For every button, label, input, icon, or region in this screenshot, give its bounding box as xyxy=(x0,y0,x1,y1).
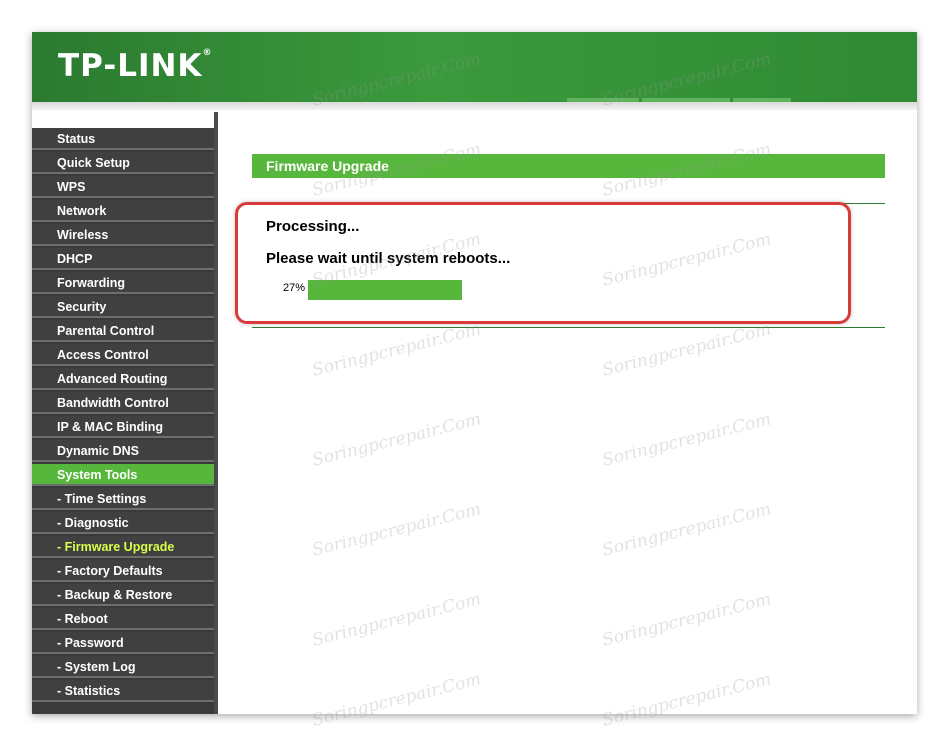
sidebar-item-status[interactable]: Status xyxy=(32,128,214,150)
sidebar-item-ip-and-mac-binding[interactable]: IP & MAC Binding xyxy=(32,416,214,438)
sidebar-item-wireless[interactable]: Wireless xyxy=(32,224,214,246)
divider-top xyxy=(252,203,885,204)
progress-percent: 27% xyxy=(283,282,306,294)
progress-bar xyxy=(308,280,880,300)
sidebar-item-forwarding[interactable]: Forwarding xyxy=(32,272,214,294)
processing-text: Processing... xyxy=(266,218,360,235)
sidebar-item-quick-setup[interactable]: Quick Setup xyxy=(32,152,214,174)
sidebar-item-security[interactable]: Security xyxy=(32,296,214,318)
header-stripe xyxy=(32,102,917,110)
sidebar-item-factory-defaults[interactable]: - Factory Defaults xyxy=(32,560,214,582)
sidebar-item-dhcp[interactable]: DHCP xyxy=(32,248,214,270)
wait-text: Please wait until system reboots... xyxy=(266,250,511,267)
tp-link-logo: TP-LINK® xyxy=(58,48,213,84)
sidebar-item-wps[interactable]: WPS xyxy=(32,176,214,198)
sidebar-item-system-tools[interactable]: System Tools xyxy=(32,464,214,486)
sidebar-item-password[interactable]: - Password xyxy=(32,632,214,654)
sidebar-item-system-log[interactable]: - System Log xyxy=(32,656,214,678)
divider-bottom xyxy=(252,327,885,328)
sidebar-item-diagnostic[interactable]: - Diagnostic xyxy=(32,512,214,534)
progress-fill xyxy=(308,280,463,300)
sidebar-item-parental-control[interactable]: Parental Control xyxy=(32,320,214,342)
sidebar-menu: Status Quick Setup WPS Network Wireless DHCP F… xyxy=(32,128,214,714)
router-admin-window: TP-LINK® Status Quick Setup WPS Network Wire… xyxy=(32,32,917,714)
page-title: Firmware Upgrade xyxy=(252,154,885,178)
header-banner: TP-LINK® xyxy=(32,32,917,102)
sidebar-item-bandwidth-control[interactable]: Bandwidth Control xyxy=(32,392,214,414)
sidebar-item-access-control[interactable]: Access Control xyxy=(32,344,214,366)
sidebar-item-backup-and-restore[interactable]: - Backup & Restore xyxy=(32,584,214,606)
sidebar-item-dynamic-dns[interactable]: Dynamic DNS xyxy=(32,440,214,462)
sidebar-item-statistics[interactable]: - Statistics xyxy=(32,680,214,702)
sidebar-item-network[interactable]: Network xyxy=(32,200,214,222)
main-content: Firmware Upgrade Processing... Please wa… xyxy=(218,112,917,714)
sidebar-item-firmware-upgrade[interactable]: - Firmware Upgrade xyxy=(32,536,214,558)
sidebar-item-time-settings[interactable]: - Time Settings xyxy=(32,488,214,510)
sidebar-item-reboot[interactable]: - Reboot xyxy=(32,608,214,630)
sidebar-item-advanced-routing[interactable]: Advanced Routing xyxy=(32,368,214,390)
